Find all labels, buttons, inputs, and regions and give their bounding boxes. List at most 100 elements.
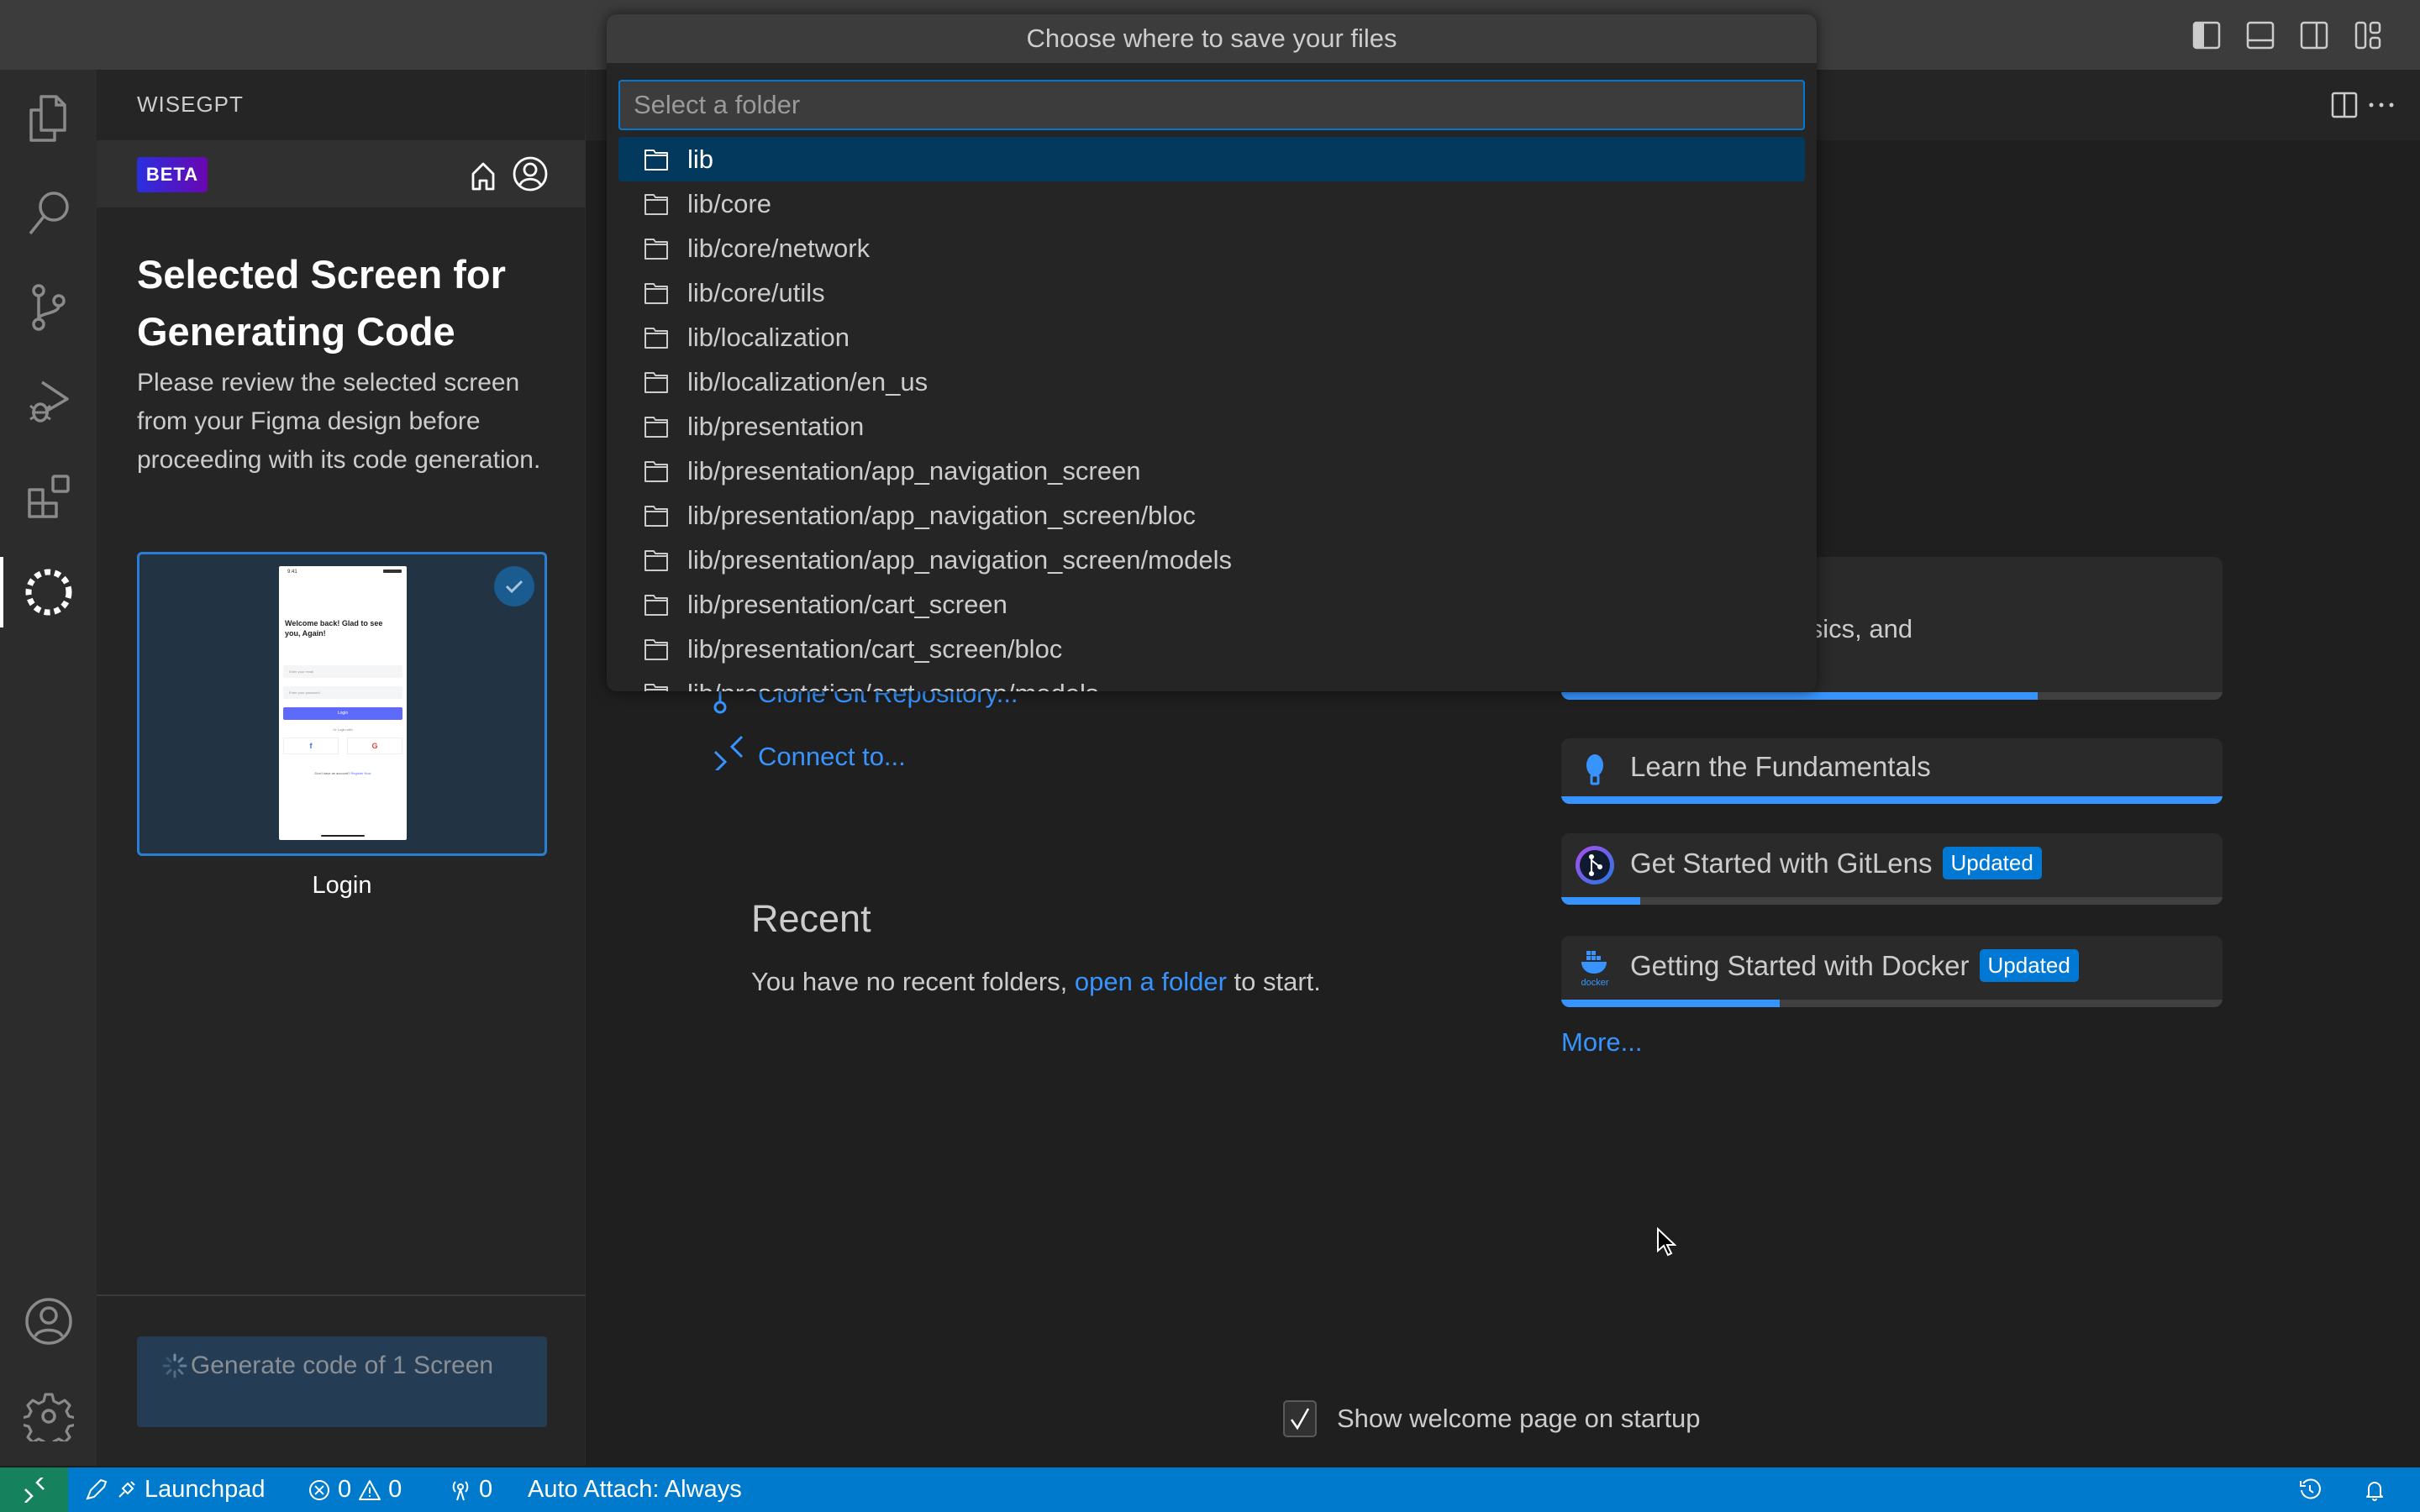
folder-option[interactable]: lib/core: [618, 181, 1805, 226]
generate-code-label: Generate code of 1 Screen: [190, 1352, 494, 1379]
auto-attach-item[interactable]: Auto Attach: Always: [528, 1467, 742, 1512]
toggle-secondary-sidebar-icon[interactable]: [2299, 20, 2329, 50]
toggle-panel-icon[interactable]: [2245, 20, 2275, 50]
preview-facebook-button: f: [283, 738, 339, 754]
folder-option[interactable]: lib/localization: [618, 315, 1805, 360]
broadcast-icon: [452, 1480, 469, 1500]
warning-count: 0: [388, 1476, 402, 1503]
generate-code-button[interactable]: Generate code of 1 Screen: [137, 1336, 547, 1427]
gitlens-icon: [1576, 846, 1614, 885]
open-folder-link[interactable]: open a folder: [1075, 967, 1227, 996]
preview-password-input: Enter your password: [283, 686, 402, 699]
folder-icon: [644, 505, 668, 527]
folder-icon: [644, 549, 668, 571]
selected-check-badge[interactable]: [494, 566, 534, 606]
walkthrough-progress: [1561, 796, 2223, 804]
beta-badge: BETA: [137, 157, 208, 192]
activity-explorer[interactable]: [0, 76, 97, 160]
more-walkthroughs-link[interactable]: More...: [1561, 1027, 1642, 1058]
folder-option[interactable]: lib/presentation/cart_screen/models: [618, 671, 1805, 691]
problems-item[interactable]: 0 0: [308, 1467, 402, 1512]
source-control-icon: [31, 284, 66, 331]
folder-icon: [644, 149, 668, 171]
recent-heading: Recent: [751, 897, 871, 940]
activity-run-debug[interactable]: [0, 360, 97, 444]
sidebar-toolbar: BETA: [97, 140, 586, 207]
folder-option-label: lib/core/network: [687, 233, 871, 263]
folder-icon: [644, 638, 668, 660]
preview-welcome: Welcome back! Glad to see you, Again!: [285, 619, 383, 638]
folder-option[interactable]: lib/presentation/app_navigation_screen/b…: [618, 493, 1805, 538]
walkthrough-progress-fill: [1561, 1000, 1780, 1007]
folder-option[interactable]: lib/presentation/cart_screen: [618, 582, 1805, 627]
folder-option-label: lib/presentation/app_navigation_screen: [687, 455, 1141, 486]
connect-to-link[interactable]: Connect to...: [758, 742, 906, 772]
status-bar: Launchpad 0 0 0 Auto Attach: Always: [0, 1467, 2420, 1512]
folder-icon: [644, 282, 668, 304]
activity-accounts[interactable]: [0, 1279, 97, 1363]
wisegpt-logo-icon: [25, 569, 71, 616]
folder-icon: [644, 460, 668, 482]
sidebar-title: WISEGPT: [137, 92, 244, 117]
launchpad-item[interactable]: Launchpad: [84, 1467, 266, 1512]
layout-controls: [2191, 20, 2383, 50]
folder-option[interactable]: lib: [618, 137, 1805, 181]
more-actions-icon[interactable]: [2365, 92, 2398, 118]
walkthrough-progress-fill: [1561, 692, 2038, 700]
activity-manage[interactable]: [0, 1374, 97, 1458]
folder-option[interactable]: lib/presentation/cart_screen/bloc: [618, 627, 1805, 671]
walkthrough-progress: [1561, 897, 2223, 905]
preview-register-text: Don't have an account? Register Now: [283, 771, 402, 775]
show-on-startup-checkbox[interactable]: [1283, 1400, 1317, 1437]
folder-icon: [644, 327, 668, 349]
walkthrough-title: Get Started with GitLens Updated: [1630, 847, 2042, 879]
activity-source-control[interactable]: [0, 265, 97, 349]
show-on-startup-toggle: Show welcome page on startup: [1283, 1400, 1701, 1437]
walkthrough-title-text: Learn the Fundamentals: [1630, 751, 1931, 782]
preview-google-button: G: [347, 738, 402, 754]
folder-icon: [644, 594, 668, 616]
ports-item[interactable]: 0: [449, 1467, 492, 1512]
notifications-item[interactable]: [2363, 1467, 2386, 1512]
folder-option[interactable]: lib/localization/en_us: [618, 360, 1805, 404]
home-icon[interactable]: [466, 159, 500, 192]
gear-icon: [23, 1393, 74, 1441]
preview-login-button: Login: [283, 707, 402, 720]
activity-wisegpt[interactable]: [0, 550, 97, 634]
folder-option[interactable]: lib/core/utils: [618, 270, 1805, 315]
activity-extensions[interactable]: [0, 455, 97, 539]
checkmark-icon: [505, 580, 523, 594]
plug-icon: [118, 1480, 135, 1498]
screen-name-label: Login: [312, 872, 372, 899]
walkthrough-title: Learn the Fundamentals: [1630, 751, 1931, 783]
screen-preview-thumbnail: 9:41 Welcome back! Glad to see you, Agai…: [279, 566, 407, 840]
debug-icon: [29, 381, 69, 423]
customize-layout-icon[interactable]: [2353, 20, 2383, 50]
folder-option[interactable]: lib/core/network: [618, 226, 1805, 270]
split-editor-icon[interactable]: [2331, 92, 2358, 118]
folder-option[interactable]: lib/presentation: [618, 404, 1805, 449]
walkthrough-gitlens[interactable]: Get Started with GitLens Updated: [1561, 833, 2223, 905]
docker-icon: docker: [1581, 951, 1609, 988]
warning-icon: [359, 1479, 381, 1500]
folder-option[interactable]: lib/presentation/app_navigation_screen: [618, 449, 1805, 493]
quick-pick-title: Choose where to save your files: [607, 14, 1817, 63]
toggle-primary-sidebar-icon[interactable]: [2191, 20, 2222, 50]
folder-option[interactable]: lib/presentation/app_navigation_screen/m…: [618, 538, 1805, 582]
walkthrough-learn-fundamentals[interactable]: Learn the Fundamentals: [1561, 738, 2223, 804]
folder-search-input[interactable]: [618, 80, 1805, 130]
history-icon: [2300, 1478, 2321, 1499]
remote-indicator[interactable]: [0, 1467, 68, 1512]
folder-icon: [644, 238, 668, 260]
walkthrough-docker[interactable]: docker Getting Started with Docker Update…: [1561, 936, 2223, 1007]
folder-option-label: lib/presentation/app_navigation_screen/b…: [687, 500, 1196, 530]
selected-screen-card[interactable]: 9:41 Welcome back! Glad to see you, Agai…: [137, 552, 547, 856]
folder-quick-pick: Choose where to save your files lib lib/c…: [607, 14, 1817, 691]
timeline-item[interactable]: [2298, 1467, 2322, 1512]
walkthrough-title-text: Get Started with GitLens: [1630, 847, 1933, 879]
user-profile-icon[interactable]: [512, 155, 549, 192]
remote-icon: [713, 735, 744, 770]
folder-option-label: lib/presentation/cart_screen/bloc: [687, 633, 1063, 664]
sidebar-divider: [97, 1294, 586, 1296]
activity-search[interactable]: [0, 171, 97, 255]
